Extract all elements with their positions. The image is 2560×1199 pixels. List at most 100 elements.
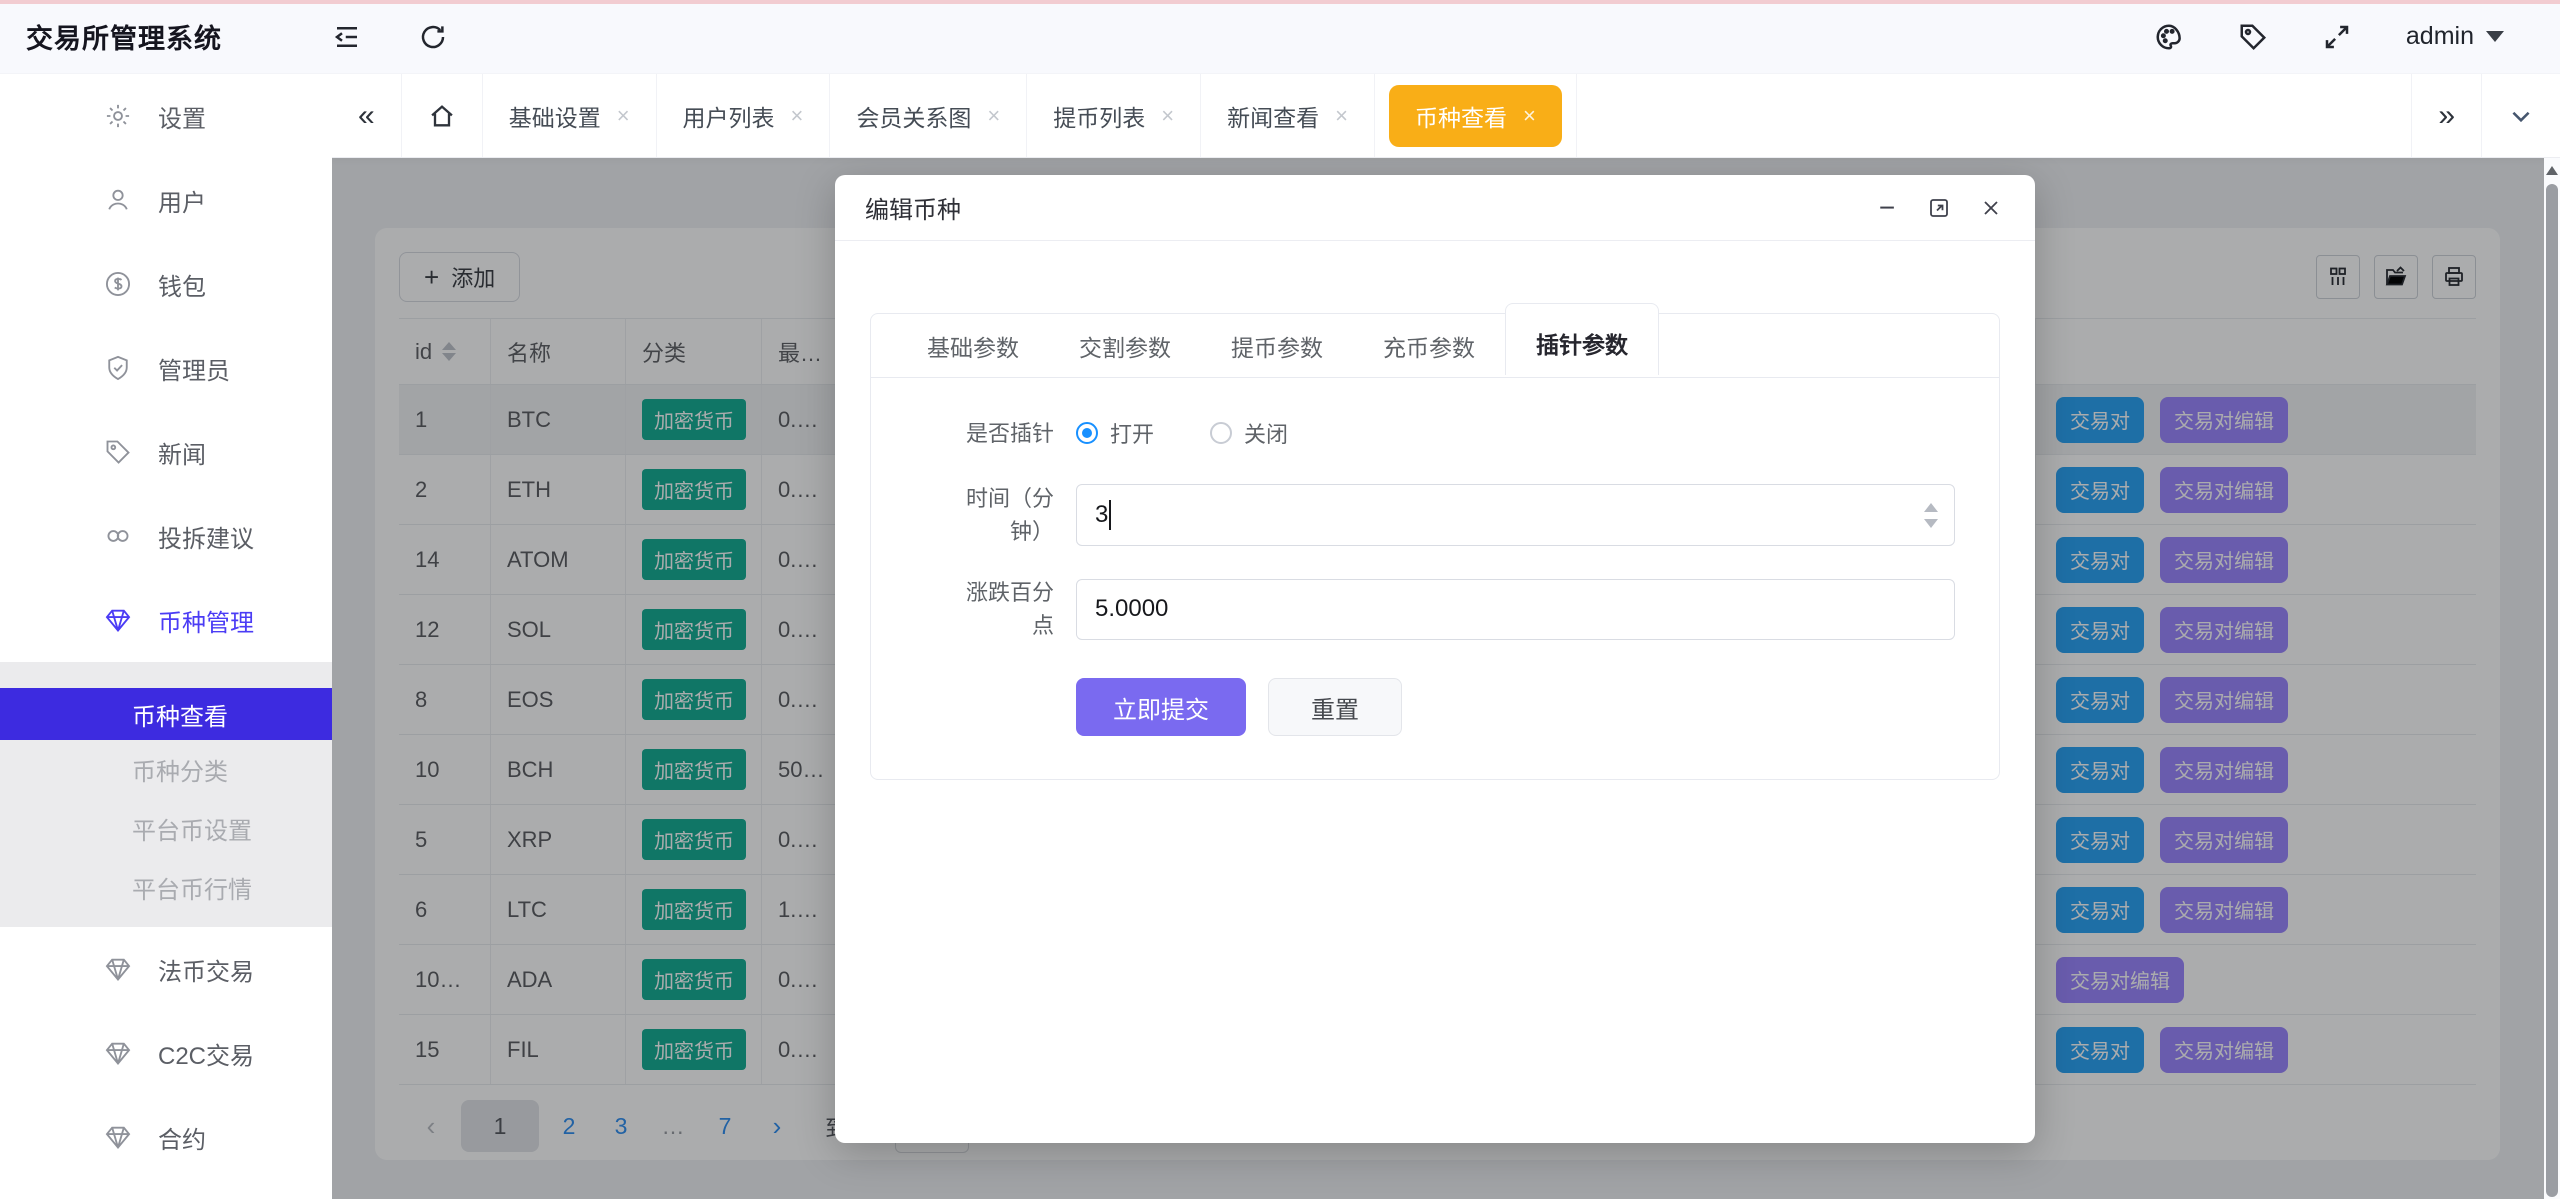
close-icon[interactable]: × (1335, 103, 1348, 129)
params-tab-card: 基础参数 交割参数 提币参数 充币参数 插针参数 是否插针 (870, 313, 2000, 780)
sidebar-item-label: 法币交易 (158, 952, 254, 987)
reset-button[interactable]: 重置 (1268, 678, 1402, 736)
username: admin (2406, 22, 2474, 51)
close-icon[interactable]: × (987, 103, 1000, 129)
tag-icon[interactable] (2238, 22, 2268, 52)
maximize-icon[interactable] (1925, 194, 1953, 222)
sidebar-item-wallet[interactable]: 钱包 (0, 242, 332, 326)
user-icon (104, 186, 132, 214)
gem-icon (104, 606, 132, 634)
page-tabbar: « 基础设置 × 用户列表 × 会员关系图 × 提币列表 × 新闻查看 × 币种… (332, 74, 2560, 158)
tab-news-view[interactable]: 新闻查看 × (1201, 74, 1375, 157)
main-content: + 添加 (332, 158, 2544, 1199)
pin-params-form: 是否插针 打开 关闭 (871, 378, 1999, 736)
sidebar-subitem-platform-coin-market[interactable]: 平台币行情 (0, 858, 332, 917)
minimize-icon[interactable]: − (1873, 194, 1901, 222)
sidebar-item-label: 用户 (158, 183, 206, 218)
percent-input[interactable]: 5.0000 (1076, 579, 1955, 640)
time-minutes-input[interactable]: 3 (1076, 484, 1955, 546)
radio-unselected-icon[interactable] (1210, 422, 1232, 444)
dialog-body: 基础参数 交割参数 提币参数 充币参数 插针参数 是否插针 (835, 241, 2035, 780)
pin-toggle-row: 是否插针 打开 关闭 (954, 406, 1955, 460)
gear-icon (104, 102, 132, 130)
tab-coin-view-active[interactable]: 币种查看 × (1389, 85, 1562, 147)
sidebar-item-label: 新闻 (158, 435, 206, 470)
shield-icon (104, 354, 132, 382)
tab-withdraw-params[interactable]: 提币参数 (1201, 314, 1353, 378)
home-icon (428, 102, 456, 130)
top-progress-line (0, 0, 2560, 4)
sidebar-subitem-coin-category[interactable]: 币种分类 (0, 740, 332, 799)
gem-icon (104, 1039, 132, 1067)
sidebar-item-news[interactable]: 新闻 (0, 410, 332, 494)
field-label: 是否插针 (954, 417, 1054, 450)
radio-close[interactable]: 关闭 (1210, 417, 1288, 449)
gem-icon (104, 1123, 132, 1151)
topbar: 交易所管理系统 admin (0, 0, 2560, 74)
sidebar-item-label: C2C交易 (158, 1036, 254, 1071)
close-icon[interactable]: × (1523, 103, 1536, 129)
field-label: 时间（分钟） (954, 482, 1054, 548)
tab-basic-settings[interactable]: 基础设置 × (483, 74, 657, 157)
fullscreen-icon[interactable] (2322, 22, 2352, 52)
field-label: 涨跌百分点 (954, 576, 1054, 642)
tab-home[interactable] (402, 74, 483, 157)
params-tabs: 基础参数 交割参数 提币参数 充币参数 插针参数 (871, 314, 1999, 378)
number-stepper[interactable] (1924, 503, 1938, 528)
sidebar-item-suggestions[interactable]: 投拆建议 (0, 494, 332, 578)
pin-radio-group: 打开 关闭 (1076, 406, 1288, 460)
dialog-title: 编辑币种 (865, 190, 961, 225)
scrollbar-thumb[interactable] (2546, 184, 2558, 1197)
sidebar-item-label: 币种管理 (158, 603, 254, 638)
wallet-icon (104, 270, 132, 298)
theme-palette-icon[interactable] (2154, 22, 2184, 52)
close-icon[interactable]: × (791, 103, 804, 129)
close-icon[interactable]: × (1161, 103, 1174, 129)
currency-submenu: 币种查看 币种分类 平台币设置 平台币行情 (0, 662, 332, 927)
close-icon[interactable] (1977, 194, 2005, 222)
sidebar-item-label: 钱包 (158, 267, 206, 302)
submit-button[interactable]: 立即提交 (1076, 678, 1246, 736)
sidebar-item-fiat-trade[interactable]: 法币交易 (0, 927, 332, 1011)
scrollbar-up-arrow[interactable] (2546, 166, 2558, 175)
tab-pin-params-active[interactable]: 插针参数 (1505, 303, 1659, 375)
tab-delivery-params[interactable]: 交割参数 (1049, 314, 1201, 378)
tab-member-graph[interactable]: 会员关系图 × (830, 74, 1027, 157)
tab-deposit-params[interactable]: 充币参数 (1353, 314, 1505, 378)
form-buttons: 立即提交 重置 (954, 678, 1955, 736)
time-row: 时间（分钟） 3 (954, 482, 1955, 548)
user-menu[interactable]: admin (2406, 22, 2504, 51)
chevron-down-icon (2486, 31, 2504, 42)
radio-open[interactable]: 打开 (1076, 417, 1154, 449)
sidebar: 设置 用户 钱包 管理员 新闻 投拆建议 币种管理 币种查看 (0, 74, 332, 1199)
close-icon[interactable]: × (617, 103, 630, 129)
sidebar-item-settings[interactable]: 设置 (0, 74, 332, 158)
radio-selected-icon[interactable] (1076, 422, 1098, 444)
sidebar-item-contract[interactable]: 合约 (0, 1095, 332, 1179)
sidebar-item-currency-management[interactable]: 币种管理 (0, 578, 332, 662)
sidebar-item-label: 合约 (158, 1120, 206, 1155)
page-scrollbar[interactable] (2544, 158, 2560, 1199)
percent-row: 涨跌百分点 5.0000 (954, 576, 1955, 642)
sidebar-item-label: 设置 (158, 99, 206, 134)
tabs-scroll-right[interactable]: » (2412, 74, 2482, 157)
refresh-icon[interactable] (418, 22, 448, 52)
exchange-admin-app: 交易所管理系统 admin 设置 (0, 0, 2560, 1199)
tag-icon (104, 438, 132, 466)
gem-icon (104, 955, 132, 983)
collapse-sidebar-icon[interactable] (332, 22, 362, 52)
tab-withdraw-list[interactable]: 提币列表 × (1027, 74, 1201, 157)
sidebar-item-c2c-trade[interactable]: C2C交易 (0, 1011, 332, 1095)
sidebar-item-label: 投拆建议 (158, 519, 254, 554)
sidebar-subitem-coin-view[interactable]: 币种查看 (0, 688, 332, 740)
link-icon (104, 522, 132, 550)
sidebar-item-label: 管理员 (158, 351, 230, 386)
tabs-scroll-left[interactable]: « (332, 74, 402, 157)
tabs-menu-chevron[interactable] (2482, 74, 2560, 157)
tab-basic-params[interactable]: 基础参数 (897, 314, 1049, 378)
sidebar-item-users[interactable]: 用户 (0, 158, 332, 242)
edit-coin-dialog: 编辑币种 − 基础参数 交割参数 提币参数 (835, 175, 2035, 1143)
sidebar-item-admins[interactable]: 管理员 (0, 326, 332, 410)
tab-user-list[interactable]: 用户列表 × (657, 74, 831, 157)
sidebar-subitem-platform-coin-settings[interactable]: 平台币设置 (0, 799, 332, 858)
